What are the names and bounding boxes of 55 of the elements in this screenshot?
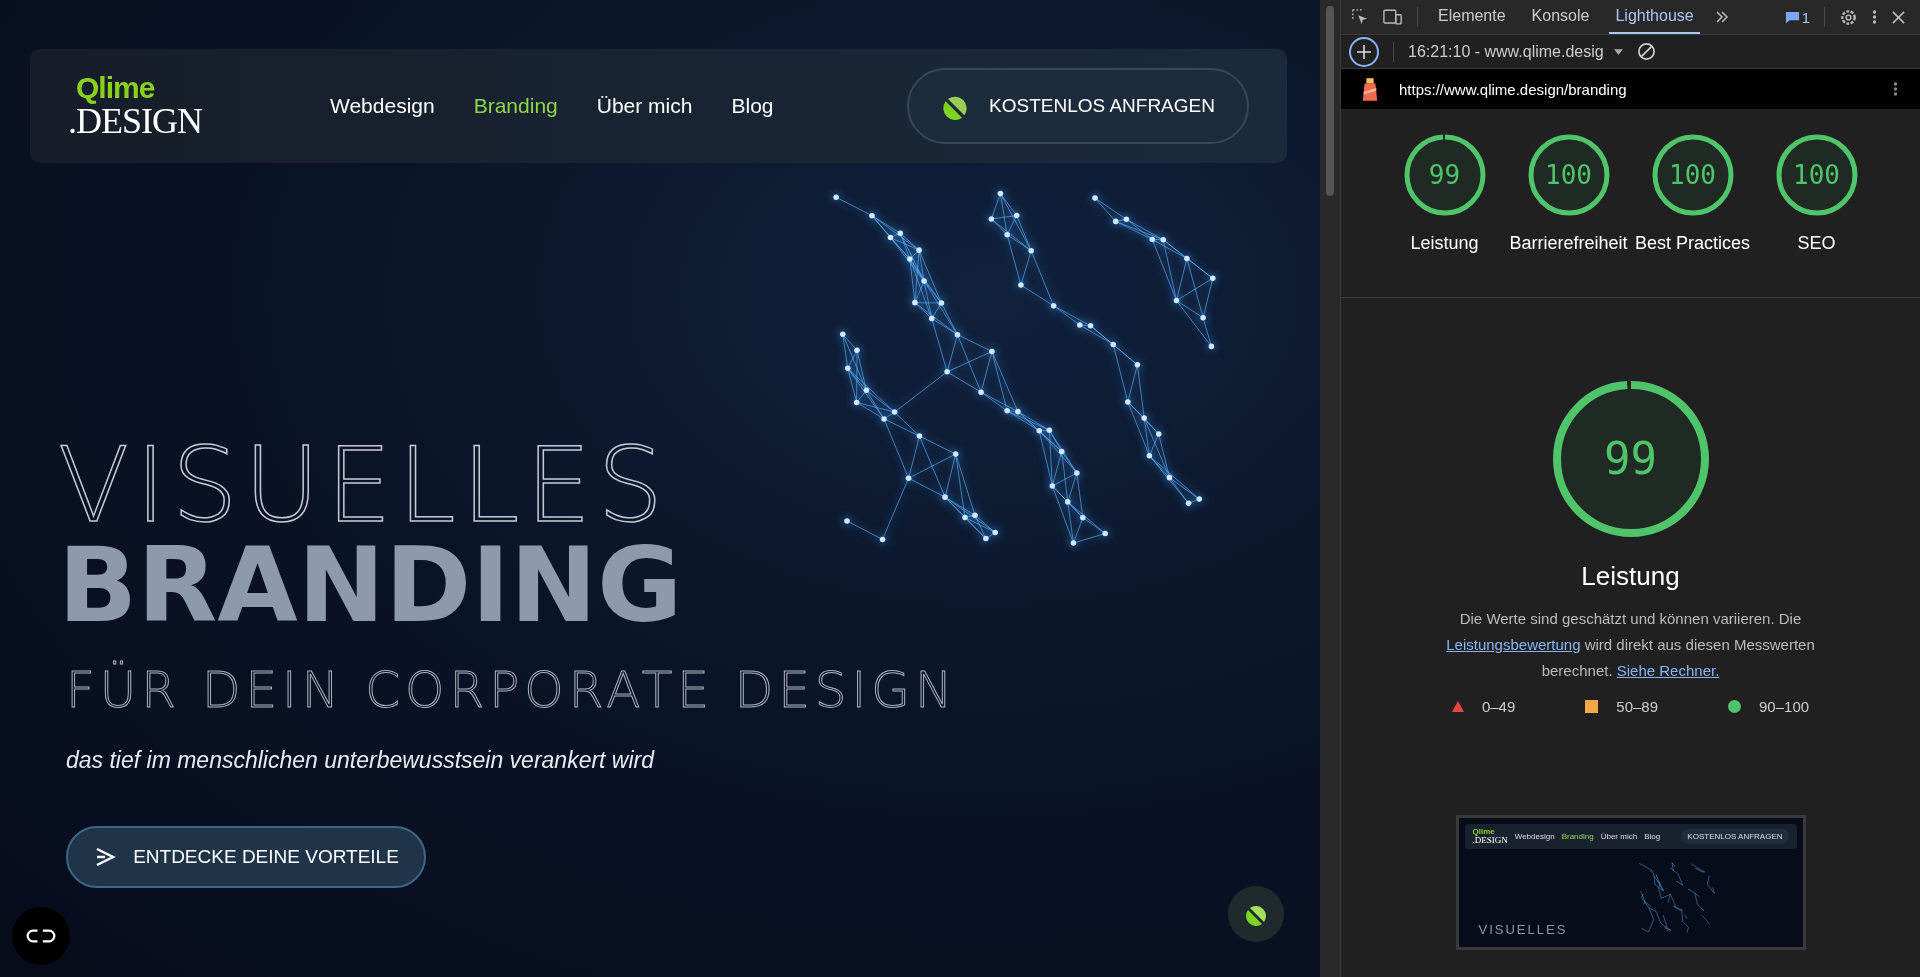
close-icon[interactable] — [1891, 9, 1906, 25]
devtools-tab[interactable]: Konsole — [1525, 0, 1596, 34]
plus-icon — [1356, 43, 1372, 60]
score-gauge[interactable] — [1650, 133, 1735, 217]
message-icon[interactable] — [1784, 9, 1800, 25]
lime-button[interactable] — [1228, 886, 1284, 942]
caret-icon — [1613, 48, 1623, 55]
url-text: https://www.qlime.design/branding — [1399, 80, 1627, 98]
logo-text: .DESIGN — [1472, 836, 1508, 845]
inspect-icon[interactable] — [1351, 8, 1369, 26]
report-dropdown[interactable]: 16:21:10 - www.qlime.desig — [1408, 42, 1623, 61]
legend-label: 50–89 — [1616, 698, 1658, 715]
lighthouse-icon — [1361, 76, 1379, 102]
calculator-link[interactable]: Siehe Rechner. — [1616, 662, 1720, 679]
score-gauge[interactable] — [1402, 133, 1487, 217]
request-button[interactable]: KOSTENLOS ANFRAGEN — [907, 68, 1249, 144]
devtools-tab[interactable]: Elemente — [1432, 0, 1512, 34]
nav-link[interactable]: Über mich — [596, 94, 693, 118]
nav-link[interactable]: Branding — [473, 94, 558, 118]
clear-icon[interactable] — [1636, 42, 1656, 61]
chevrons-icon[interactable] — [1713, 9, 1730, 25]
menu-icon[interactable] — [1872, 9, 1877, 25]
nav-link[interactable]: Blog — [731, 94, 774, 118]
score-value: 100 — [1669, 162, 1716, 188]
nav-link[interactable]: Webdesign — [330, 94, 435, 118]
issues-count[interactable]: 1 — [1801, 8, 1810, 26]
legend-label: 90–100 — [1759, 698, 1810, 715]
hero-subheading: FÜR DEIN CORPORATE DESIGN — [66, 661, 958, 719]
logo-text: Qlime — [1472, 828, 1496, 836]
hero-heading: VISUELLES — [1478, 922, 1568, 939]
menu-icon[interactable] — [1893, 81, 1898, 97]
legend-label: 0–49 — [1481, 698, 1516, 715]
score-link[interactable]: Leistungsbewertung — [1446, 636, 1581, 653]
score-label: Barrierefreiheit — [1508, 232, 1629, 255]
discover-button[interactable]: ENTDECKE DEINE VORTEILE — [66, 826, 426, 888]
hero-tagline: das tief im menschlichen unterbewusstsein verankert wird — [66, 747, 655, 774]
score-label: Leistung — [1409, 232, 1480, 255]
score-value: 99 — [1604, 437, 1657, 481]
score-label: SEO — [1796, 232, 1837, 255]
logo-text[interactable]: Qlime — [76, 73, 268, 103]
devtools-tab[interactable]: Lighthouse — [1609, 0, 1700, 34]
score-gauge[interactable] — [1526, 133, 1611, 217]
score-value: 99 — [1428, 162, 1461, 188]
score-value: 100 — [1545, 162, 1592, 188]
link-icon — [25, 927, 57, 945]
new-report-button[interactable] — [1349, 36, 1379, 67]
score-label: Best Practices — [1633, 232, 1751, 255]
settings-icon[interactable] — [1839, 7, 1858, 27]
scrollbar[interactable] — [1320, 0, 1340, 977]
score-value: 100 — [1793, 162, 1840, 188]
category-title: Leistung — [1581, 561, 1680, 592]
score-description: Die Werte sind geschätzt und können variieren. Die Leistungsbewertung wird direkt aus diesen Messwerten berechnet. Siehe Rechner. — [1445, 609, 1816, 681]
score-gauge[interactable] — [1774, 133, 1859, 217]
device-icon[interactable] — [1383, 8, 1403, 26]
logo-text[interactable]: .DESIGN — [68, 103, 268, 139]
